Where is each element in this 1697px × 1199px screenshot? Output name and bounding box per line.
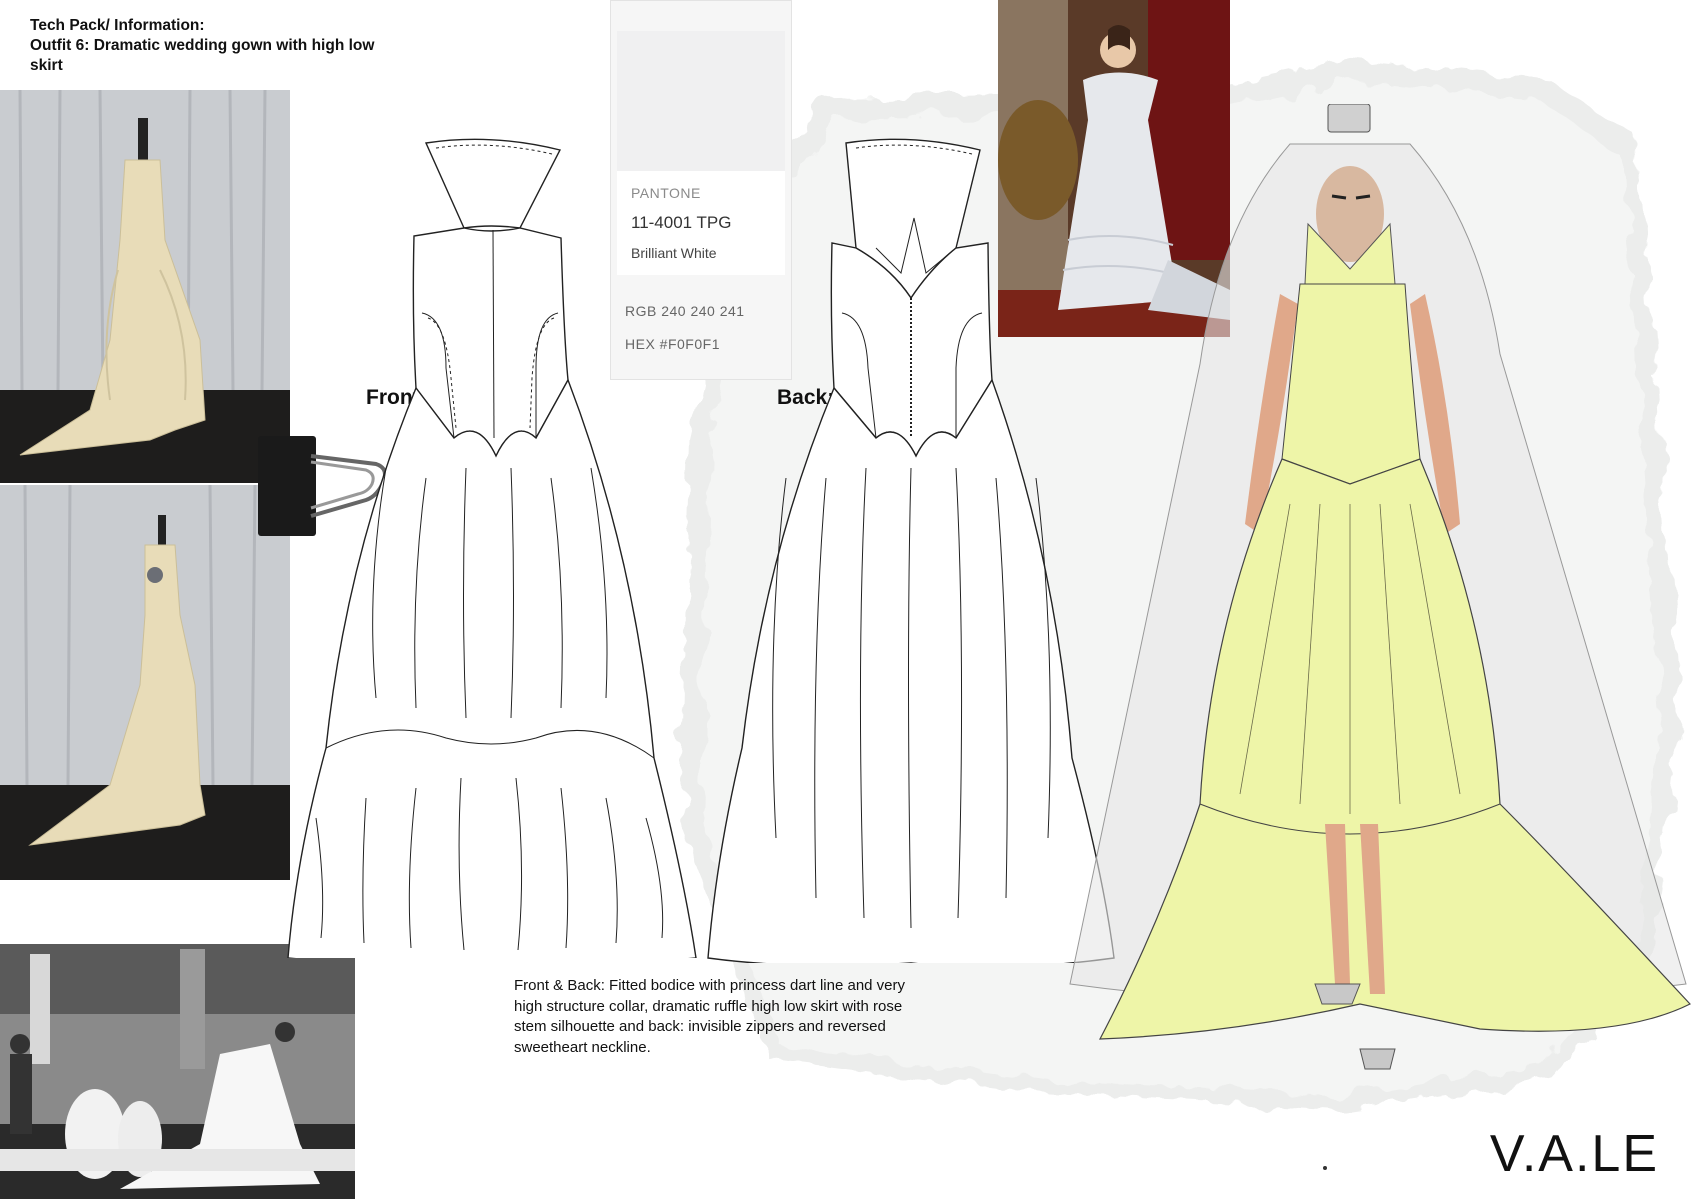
swatch-info-card: PANTONE 11-4001 TPG Brilliant White bbox=[617, 171, 785, 275]
pantone-color-name: Brilliant White bbox=[631, 245, 717, 261]
pantone-hex: HEX #F0F0F1 bbox=[625, 336, 720, 352]
pantone-brand: PANTONE bbox=[631, 185, 701, 201]
pantone-rgb: RGB 240 240 241 bbox=[625, 303, 745, 319]
pantone-code: 11-4001 TPG bbox=[631, 213, 732, 232]
pantone-swatch-card: PANTONE 11-4001 TPG Brilliant White RGB … bbox=[610, 0, 792, 380]
swatch-color-chip bbox=[617, 31, 785, 171]
brand-logo: V.A.LE bbox=[1489, 1125, 1659, 1183]
mannequin-photo-side bbox=[0, 485, 290, 880]
gown-fashion-illustration bbox=[1069, 104, 1691, 1070]
header-line-2: Outfit 6: Dramatic wedding gown with hig… bbox=[30, 37, 375, 74]
mannequin-photo-front bbox=[0, 90, 290, 483]
decorative-dot bbox=[1323, 1166, 1327, 1170]
royal-wedding-photo bbox=[0, 944, 355, 1199]
design-description: Front & Back: Fitted bodice with princes… bbox=[514, 977, 906, 1056]
tech-pack-header: Tech Pack/ Information: Outfit 6: Dramat… bbox=[30, 16, 410, 76]
header-line-1: Tech Pack/ Information: bbox=[30, 17, 205, 34]
